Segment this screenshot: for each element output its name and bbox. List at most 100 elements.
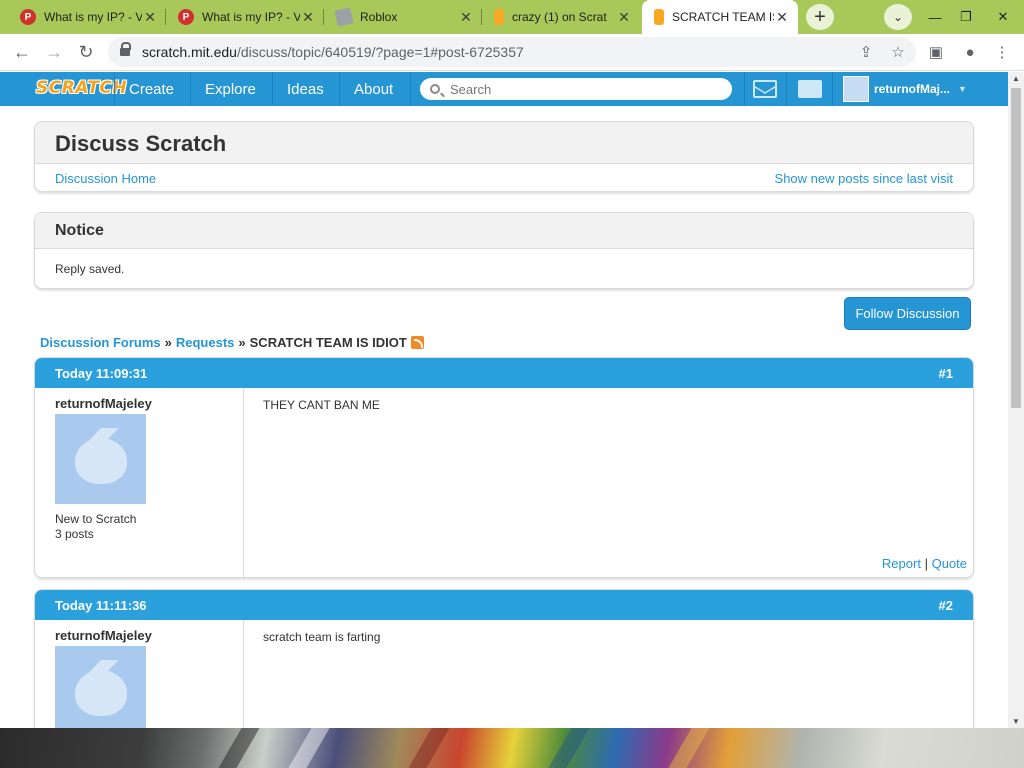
vertical-scrollbar[interactable]: ▲ ▼ (1008, 72, 1024, 728)
breadcrumb-separator: » (238, 334, 246, 350)
reload-icon[interactable]: ↻ (72, 38, 100, 66)
nav-divider (744, 72, 745, 106)
rss-icon[interactable] (410, 335, 424, 349)
tab-title: What is my IP? - V (44, 10, 142, 24)
new-tab-icon[interactable]: + (806, 4, 834, 30)
avatar[interactable] (843, 76, 869, 102)
scratch-icon (654, 9, 664, 25)
tab-title: Roblox (360, 10, 398, 24)
wallpaper-stripe (668, 728, 710, 768)
nav-divider (339, 72, 340, 106)
chevron-down-icon[interactable]: ⌄ (884, 4, 912, 30)
close-icon[interactable]: ✕ (300, 9, 316, 26)
nav-explore[interactable]: Explore (205, 72, 256, 106)
discussion-home-link[interactable]: Discussion Home (55, 171, 156, 186)
post-author-link[interactable]: returnofMajeley (55, 396, 152, 411)
tab-title: crazy (1) on Scrat (512, 10, 607, 24)
browser-tab[interactable]: Roblox ✕ (324, 0, 482, 34)
url-host: scratch.mit.edu (142, 44, 237, 60)
browser-tab-strip: P What is my IP? - V ✕ P What is my IP? … (0, 0, 1024, 34)
wallpaper-stripe (218, 728, 260, 768)
notice-title: Notice (55, 222, 104, 239)
browser-tab[interactable]: P What is my IP? - V ✕ (166, 0, 324, 34)
nav-divider (410, 72, 411, 106)
desktop-wallpaper (0, 728, 1024, 768)
nav-divider (114, 72, 115, 106)
profile-icon[interactable]: ● (956, 37, 984, 67)
search-box (420, 78, 732, 100)
avatar[interactable] (55, 646, 146, 736)
breadcrumb-requests-link[interactable]: Requests (176, 335, 235, 350)
menu-icon[interactable]: ⋮ (988, 37, 1016, 67)
lock-icon (120, 42, 131, 56)
post-header: Today 11:11:36 #2 (35, 590, 973, 620)
tab-title: SCRATCH TEAM IS (672, 10, 774, 24)
close-icon[interactable]: ✕ (616, 9, 632, 26)
nav-create[interactable]: Create (129, 72, 174, 106)
chevron-down-icon: ▼ (958, 84, 967, 94)
discuss-header: Discuss Scratch (35, 122, 973, 164)
my-stuff-icon[interactable] (798, 80, 822, 98)
post-author-link[interactable]: returnofMajeley (55, 628, 152, 643)
restore-icon[interactable]: ❐ (947, 0, 985, 34)
post-number-link[interactable]: #2 (939, 598, 953, 613)
post-number-link[interactable]: #1 (939, 366, 953, 381)
nav-ideas[interactable]: Ideas (287, 72, 324, 106)
avatar[interactable] (55, 414, 146, 504)
notice-box: Notice Reply saved. (34, 212, 974, 289)
close-icon[interactable]: ✕ (142, 9, 158, 26)
scroll-thumb[interactable] (1011, 88, 1021, 408)
back-arrow-icon[interactable]: ← (8, 38, 36, 66)
report-link[interactable]: Report (882, 556, 921, 571)
author-rank: New to Scratch (55, 512, 137, 526)
search-icon (430, 84, 440, 94)
post-header: Today 11:09:31 #1 (35, 358, 973, 388)
scratch-icon (494, 9, 504, 25)
side-panel-icon[interactable]: ▣ (922, 37, 950, 67)
wallpaper-stripe (548, 728, 590, 768)
roblox-icon (334, 7, 354, 27)
new-posts-link[interactable]: Show new posts since last visit (775, 171, 953, 186)
browser-tab[interactable]: P What is my IP? - V ✕ (8, 0, 166, 34)
post-author-panel: returnofMajeley New to Scratch 3 posts (35, 388, 244, 577)
wallpaper-stripe (408, 728, 450, 768)
nav-divider (190, 72, 191, 106)
post-body: scratch team is farting (263, 630, 381, 644)
page-title: Discuss Scratch (55, 131, 227, 156)
notice-message: Reply saved. (55, 262, 125, 276)
author-post-count: 3 posts (55, 527, 94, 541)
breadcrumb-separator: » (164, 334, 172, 350)
browser-toolbar: ← → ↻ scratch.mit.edu/discuss/topic/6405… (0, 34, 1024, 71)
browser-tab[interactable]: crazy (1) on Scrat ✕ (482, 0, 640, 34)
action-separator: | (924, 556, 928, 571)
quote-link[interactable]: Quote (932, 556, 967, 571)
close-window-icon[interactable]: ✕ (984, 0, 1022, 34)
share-icon[interactable]: ⇪ (852, 37, 880, 67)
discuss-header-box: Discuss Scratch Discussion Home Show new… (34, 121, 974, 192)
discuss-links: Discussion Home Show new posts since las… (35, 164, 973, 192)
address-bar[interactable]: scratch.mit.edu/discuss/topic/640519/?pa… (108, 37, 916, 67)
post-author-meta: New to Scratch 3 posts (55, 512, 136, 542)
browser-tab-active[interactable]: SCRATCH TEAM IS ✕ (642, 0, 798, 34)
forum-post: Today 11:09:31 #1 returnofMajeley New to… (34, 357, 974, 578)
scroll-down-icon[interactable]: ▼ (1012, 717, 1020, 726)
nav-divider (272, 72, 273, 106)
post-actions: Report | Quote (882, 556, 967, 571)
messages-icon[interactable] (753, 80, 777, 98)
close-icon[interactable]: ✕ (774, 9, 790, 26)
scroll-up-icon[interactable]: ▲ (1012, 74, 1020, 83)
user-menu[interactable]: returnofMaj... ▼ (874, 72, 967, 106)
wallpaper-stripe (288, 728, 330, 768)
nav-about[interactable]: About (354, 72, 393, 106)
nav-divider (786, 72, 787, 106)
follow-discussion-button[interactable]: Follow Discussion (844, 297, 971, 330)
close-icon[interactable]: ✕ (458, 9, 474, 26)
forum-post: Today 11:11:36 #2 returnofMajeley scratc… (34, 589, 974, 749)
breadcrumb-forums-link[interactable]: Discussion Forums (40, 335, 161, 350)
forward-arrow-icon[interactable]: → (40, 38, 68, 66)
star-icon[interactable]: ☆ (884, 37, 912, 67)
search-input[interactable] (450, 81, 700, 97)
breadcrumb-topic: SCRATCH TEAM IS IDIOT (249, 334, 407, 350)
nav-divider (832, 72, 833, 106)
pinterest-icon: P (178, 9, 194, 25)
